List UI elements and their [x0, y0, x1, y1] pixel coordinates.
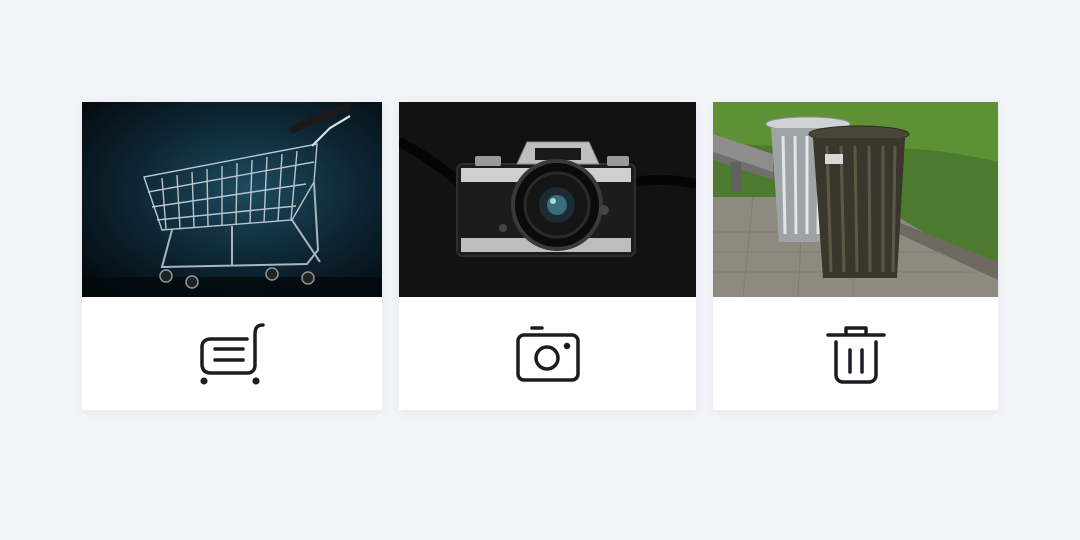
- camera-icon-area: [399, 297, 696, 410]
- shopping-cart-icon-area: [82, 297, 382, 410]
- trash-bin-photo: [713, 102, 998, 297]
- shopping-cart-icon: [200, 322, 265, 385]
- shopping-cart-photo: [82, 102, 382, 297]
- camera-photo: [399, 102, 696, 297]
- trash-icon: [825, 325, 886, 384]
- trash-icon-area: [713, 297, 998, 410]
- trash-card[interactable]: [713, 102, 998, 410]
- camera-icon: [515, 325, 580, 382]
- camera-card[interactable]: [399, 102, 696, 410]
- shopping-cart-card[interactable]: [82, 102, 382, 410]
